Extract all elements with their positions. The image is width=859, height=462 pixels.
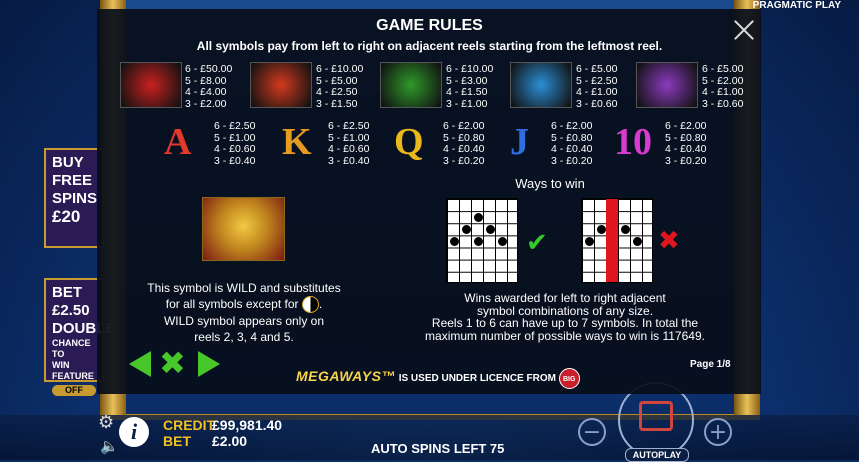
symbol-pays: 6 - £10.00 5 - £3.00 4 - £1.50 3 - £1.00 — [446, 63, 494, 110]
koi-fish-symbol-icon — [510, 62, 572, 108]
gear-icon[interactable]: ⚙ — [98, 412, 114, 433]
wild-line-2-end: . — [318, 297, 323, 311]
phoenix-symbol-icon — [250, 62, 312, 108]
wild-line-2-text: for all symbols except for — [165, 297, 299, 311]
wild-line-3: WILD symbol appears only on — [163, 314, 325, 329]
queen-symbol-icon: Q — [394, 121, 424, 163]
credit-value: £99,981.40 — [212, 417, 283, 433]
wild-description: This symbol is WILD and substitutes for … — [133, 280, 355, 345]
wild-line-4: reels 2, 3, 4 and 5. — [194, 330, 294, 345]
symbol-pays: 6 - £10.00 5 - £5.00 4 - £2.50 3 - £1.50 — [316, 63, 364, 110]
symbol-pays: 6 - £2.00 5 - £0.80 4 - £0.40 3 - £0.20 — [665, 120, 707, 167]
bet-label: BET — [52, 284, 82, 301]
jack-symbol-icon: J — [510, 121, 529, 163]
rules-subtitle: All symbols pay from left to right on ad… — [196, 39, 663, 53]
grid-dot — [450, 237, 459, 246]
buy-line-2: FREE — [52, 172, 93, 189]
megaways-logo: MEGAWAYS™ — [296, 368, 396, 385]
grid-dot — [498, 237, 507, 246]
auto-spins-counter: AUTO SPINS LEFT 75 — [371, 441, 505, 456]
grid-dot — [474, 213, 483, 222]
scatter-yin-yang-icon — [301, 296, 319, 314]
buy-free-spins-button[interactable]: BUY FREE SPINS £20 — [44, 148, 104, 248]
grid-dot — [486, 225, 495, 234]
ten-symbol-icon: 10 — [614, 121, 652, 163]
broken-reel-bar — [606, 199, 618, 282]
rules-title: GAME RULES — [376, 17, 483, 34]
symbol-pays: 6 - £5.00 5 - £2.50 4 - £1.00 3 - £0.60 — [576, 63, 618, 110]
ways-example-invalid-grid — [581, 198, 653, 283]
ways-to-win-title: Ways to win — [515, 176, 585, 191]
bet-decrease-button[interactable]: − — [578, 418, 606, 446]
symbol-pays: 6 - £2.00 5 - £0.80 4 - £0.40 3 - £0.20 — [443, 120, 485, 167]
bet-label-bottom: BET — [163, 433, 191, 449]
double-chance-panel[interactable]: BET £2.50 DOUBLE CHANCE TO WIN FEATURE O… — [44, 278, 116, 396]
bet-value-bottom: £2.00 — [212, 433, 248, 449]
close-icon[interactable] — [733, 19, 755, 41]
stop-icon[interactable] — [639, 401, 673, 431]
ways-description: Wins awarded for left to right adjacent … — [407, 292, 723, 342]
buy-line-1: BUY — [52, 154, 84, 171]
symbol-pays: 6 - £50.00 5 - £8.00 4 - £4.00 3 - £2.00 — [185, 63, 233, 110]
symbol-pays: 6 - £5.00 5 - £2.00 4 - £1.00 3 - £0.60 — [702, 63, 744, 110]
grid-dot — [621, 225, 630, 234]
chance-line-2: WIN FEATURE — [52, 360, 94, 381]
king-symbol-icon: K — [282, 121, 312, 163]
close-rules-x-icon[interactable]: ✖ — [159, 344, 186, 382]
wild-line-2: for all symbols except for . — [133, 296, 355, 314]
chance-line-1: CHANCE TO — [52, 338, 91, 359]
grid-dot — [633, 237, 642, 246]
grid-dot — [474, 237, 483, 246]
cross-icon: ✖ — [658, 226, 680, 256]
megaways-licence: MEGAWAYS™ IS USED UNDER LICENCE FROM BIG — [296, 368, 580, 389]
wild-lion-symbol-icon — [202, 197, 285, 261]
dragon-symbol-icon — [120, 62, 182, 108]
symbol-pays: 6 - £2.50 5 - £1.00 4 - £0.60 3 - £0.40 — [328, 120, 370, 167]
toad-symbol-icon — [380, 62, 442, 108]
buy-price: £20 — [52, 207, 81, 226]
grid-dot — [597, 225, 606, 234]
ways-line-1: Wins awarded for left to right adjacent — [464, 291, 666, 305]
bet-increase-button[interactable]: + — [704, 418, 732, 446]
credit-label: CREDIT — [163, 417, 216, 433]
check-icon: ✔ — [526, 228, 548, 258]
grid-dot — [462, 225, 471, 234]
symbol-pays: 6 - £2.50 5 - £1.00 4 - £0.60 3 - £0.40 — [214, 120, 256, 167]
bet-value: £2.50 — [52, 302, 90, 319]
double-label: DOUBLE — [52, 320, 116, 337]
speaker-icon[interactable]: 🔈 — [100, 437, 119, 455]
ways-line-4: maximum number of possible ways to win i… — [425, 328, 705, 343]
big-time-gaming-logo: BIG — [558, 368, 580, 389]
grid-dot — [585, 237, 594, 246]
symbol-pays: 6 - £2.00 5 - £0.80 4 - £0.40 3 - £0.20 — [551, 120, 593, 167]
previous-page-arrow-icon[interactable] — [129, 351, 151, 377]
ways-line-3: Reels 1 to 6 can have up to 7 symbols. I… — [431, 316, 699, 330]
wild-line-1: This symbol is WILD and substitutes — [147, 281, 341, 295]
turtle-symbol-icon — [636, 62, 698, 108]
next-page-arrow-icon[interactable] — [198, 351, 220, 377]
brand-logo: PRAGMATIC PLAY — [752, 0, 841, 11]
ways-example-valid-grid — [446, 198, 518, 283]
page-indicator: Page 1/8 — [690, 359, 731, 370]
info-button[interactable]: i — [119, 417, 149, 447]
double-chance-toggle[interactable]: OFF — [52, 385, 96, 396]
ace-symbol-icon: A — [164, 121, 192, 163]
buy-line-3: SPINS — [52, 190, 98, 207]
licence-text: IS USED UNDER LICENCE FROM — [398, 373, 556, 385]
